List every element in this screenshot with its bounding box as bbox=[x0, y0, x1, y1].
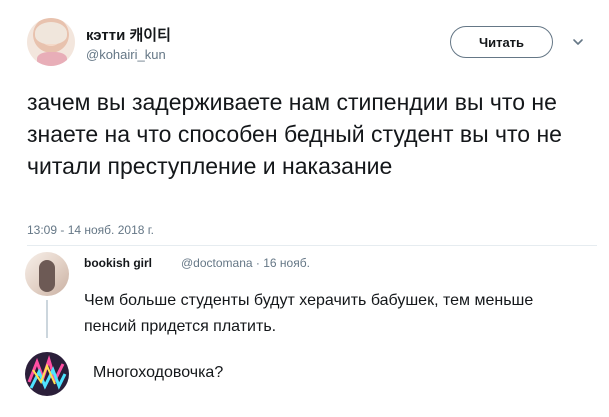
reply-author-avatar[interactable] bbox=[25, 252, 69, 296]
reply2-text: Многоходовочка? bbox=[93, 364, 224, 381]
reply-meta[interactable]: @doctomana · 16 нояб. bbox=[181, 256, 310, 270]
author-avatar[interactable] bbox=[27, 18, 75, 66]
chevron-down-icon[interactable] bbox=[572, 36, 584, 48]
reply2-author-avatar[interactable] bbox=[25, 352, 69, 396]
reply-text: Чем больше студенты будут херачить бабуш… bbox=[84, 292, 534, 335]
divider bbox=[27, 245, 597, 246]
follow-button[interactable]: Читать bbox=[450, 26, 553, 58]
thread-line bbox=[46, 300, 48, 338]
tweet-timestamp[interactable]: 13:09 - 14 нояб. 2018 г. bbox=[27, 223, 154, 237]
tweet-text: зачем вы задерживаете нам стипендии вы ч… bbox=[27, 89, 562, 179]
author-display-name[interactable]: кэтти 캐이티 bbox=[86, 24, 171, 45]
author-handle[interactable]: @kohairi_kun bbox=[86, 47, 166, 62]
avatar-pattern-icon bbox=[27, 355, 67, 390]
reply-author-name[interactable]: bookish girl bbox=[84, 256, 152, 270]
